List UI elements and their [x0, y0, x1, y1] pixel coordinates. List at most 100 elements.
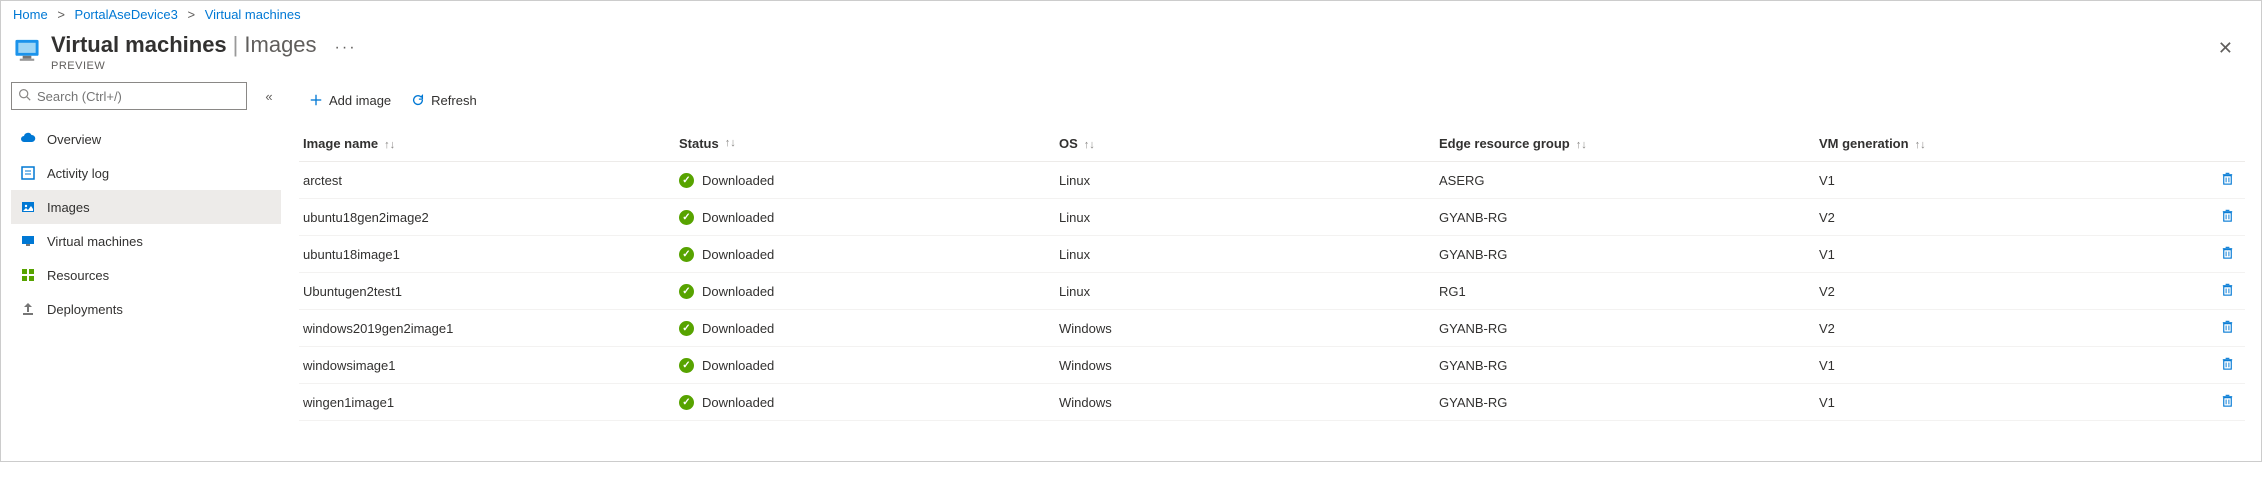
- cell-os: Windows: [1059, 395, 1439, 410]
- sidebar-item-activity-log[interactable]: Activity log: [11, 156, 281, 190]
- sidebar-item-overview[interactable]: Overview: [11, 122, 281, 156]
- sidebar-item-label: Images: [47, 200, 90, 215]
- collapse-sidebar-button[interactable]: «: [257, 89, 281, 104]
- status-success-icon: ✓: [679, 395, 694, 410]
- status-success-icon: ✓: [679, 321, 694, 336]
- cell-os: Linux: [1059, 284, 1439, 299]
- tool-label: Add image: [329, 93, 391, 108]
- cell-os: Windows: [1059, 358, 1439, 373]
- sidebar-item-label: Virtual machines: [47, 234, 143, 249]
- status-success-icon: ✓: [679, 173, 694, 188]
- breadcrumb-device[interactable]: PortalAseDevice3: [75, 7, 178, 22]
- cell-status: ✓ Downloaded: [679, 284, 1059, 299]
- sidebar-item-label: Overview: [47, 132, 101, 147]
- sidebar-item-label: Deployments: [47, 302, 123, 317]
- breadcrumb-sep: >: [57, 7, 65, 22]
- table-row[interactable]: windowsimage1 ✓ Downloaded Windows GYANB…: [299, 347, 2245, 384]
- sidebar-item-label: Activity log: [47, 166, 109, 181]
- sort-icon: ↑↓: [384, 140, 395, 151]
- delete-button[interactable]: [2220, 282, 2235, 297]
- cell-resource-group: ASERG: [1439, 173, 1819, 188]
- cell-resource-group: GYANB-RG: [1439, 321, 1819, 336]
- column-header-name[interactable]: Image name↑↓: [299, 136, 679, 151]
- status-success-icon: ✓: [679, 247, 694, 262]
- delete-button[interactable]: [2220, 393, 2235, 408]
- column-header-os[interactable]: OS↑↓: [1059, 136, 1439, 151]
- cell-resource-group: GYANB-RG: [1439, 247, 1819, 262]
- status-success-icon: ✓: [679, 210, 694, 225]
- cell-generation: V1: [1819, 173, 2205, 188]
- search-box[interactable]: [11, 82, 247, 110]
- cell-name: wingen1image1: [299, 395, 679, 410]
- sidebar-item-deployments[interactable]: Deployments: [11, 292, 281, 326]
- close-button[interactable]: ✕: [2212, 32, 2239, 65]
- sidebar: « Overview Activity log Images Virtual m…: [1, 82, 291, 461]
- cell-resource-group: GYANB-RG: [1439, 395, 1819, 410]
- sidebar-item-images[interactable]: Images: [11, 190, 281, 224]
- cell-generation: V2: [1819, 210, 2205, 225]
- delete-button[interactable]: [2220, 319, 2235, 334]
- more-button[interactable]: ···: [335, 39, 357, 57]
- search-input[interactable]: [37, 89, 240, 104]
- refresh-icon: [411, 93, 425, 107]
- cell-generation: V1: [1819, 358, 2205, 373]
- status-success-icon: ✓: [679, 358, 694, 373]
- tool-label: Refresh: [431, 93, 477, 108]
- cell-status: ✓ Downloaded: [679, 358, 1059, 373]
- sidebar-item-virtual-machines[interactable]: Virtual machines: [11, 224, 281, 258]
- cloud-icon: [19, 131, 37, 147]
- table-row[interactable]: windows2019gen2image1 ✓ Downloaded Windo…: [299, 310, 2245, 347]
- cell-status: ✓ Downloaded: [679, 247, 1059, 262]
- cell-resource-group: GYANB-RG: [1439, 210, 1819, 225]
- table-row[interactable]: arctest ✓ Downloaded Linux ASERG V1: [299, 162, 2245, 199]
- toolbar: Add image Refresh: [299, 82, 2245, 118]
- cell-resource-group: RG1: [1439, 284, 1819, 299]
- grid-icon: [19, 267, 37, 283]
- table-header: Image name↑↓ Status↑↓ OS↑↓ Edge resource…: [299, 126, 2245, 162]
- monitor-icon: [19, 233, 37, 249]
- cell-os: Linux: [1059, 247, 1439, 262]
- cell-status: ✓ Downloaded: [679, 210, 1059, 225]
- sort-icon: ↑↓: [1084, 140, 1095, 151]
- sidebar-item-label: Resources: [47, 268, 109, 283]
- cell-status: ✓ Downloaded: [679, 395, 1059, 410]
- preview-badge: PREVIEW: [51, 60, 357, 72]
- cell-generation: V1: [1819, 247, 2205, 262]
- image-icon: [19, 199, 37, 215]
- column-header-resource-group[interactable]: Edge resource group↑↓: [1439, 136, 1819, 151]
- blade-header: Virtual machines | Images ··· PREVIEW ✕: [1, 28, 2261, 82]
- cell-os: Linux: [1059, 173, 1439, 188]
- cell-name: windowsimage1: [299, 358, 679, 373]
- table-row[interactable]: ubuntu18gen2image2 ✓ Downloaded Linux GY…: [299, 199, 2245, 236]
- cell-status: ✓ Downloaded: [679, 321, 1059, 336]
- cell-generation: V2: [1819, 284, 2205, 299]
- sort-icon: ↑↓: [1915, 140, 1926, 151]
- table-row[interactable]: Ubuntugen2test1 ✓ Downloaded Linux RG1 V…: [299, 273, 2245, 310]
- cell-os: Windows: [1059, 321, 1439, 336]
- delete-button[interactable]: [2220, 171, 2235, 186]
- upload-icon: [19, 301, 37, 317]
- cell-resource-group: GYANB-RG: [1439, 358, 1819, 373]
- delete-button[interactable]: [2220, 356, 2235, 371]
- delete-button[interactable]: [2220, 208, 2235, 223]
- cell-os: Linux: [1059, 210, 1439, 225]
- breadcrumb-home[interactable]: Home: [13, 7, 48, 22]
- search-icon: [18, 88, 31, 104]
- cell-status: ✓ Downloaded: [679, 173, 1059, 188]
- delete-button[interactable]: [2220, 245, 2235, 260]
- table-row[interactable]: ubuntu18image1 ✓ Downloaded Linux GYANB-…: [299, 236, 2245, 273]
- column-header-status[interactable]: Status↑↓: [679, 136, 1059, 151]
- cell-generation: V2: [1819, 321, 2205, 336]
- add-image-button[interactable]: Add image: [299, 89, 401, 112]
- sort-icon: ↑↓: [1576, 140, 1587, 151]
- sidebar-item-resources[interactable]: Resources: [11, 258, 281, 292]
- breadcrumb: Home > PortalAseDevice3 > Virtual machin…: [1, 1, 2261, 28]
- breadcrumb-current[interactable]: Virtual machines: [205, 7, 301, 22]
- refresh-button[interactable]: Refresh: [401, 89, 487, 112]
- cell-name: ubuntu18gen2image2: [299, 210, 679, 225]
- cell-name: Ubuntugen2test1: [299, 284, 679, 299]
- status-success-icon: ✓: [679, 284, 694, 299]
- column-header-generation[interactable]: VM generation↑↓: [1819, 136, 2205, 151]
- table-row[interactable]: wingen1image1 ✓ Downloaded Windows GYANB…: [299, 384, 2245, 421]
- cell-generation: V1: [1819, 395, 2205, 410]
